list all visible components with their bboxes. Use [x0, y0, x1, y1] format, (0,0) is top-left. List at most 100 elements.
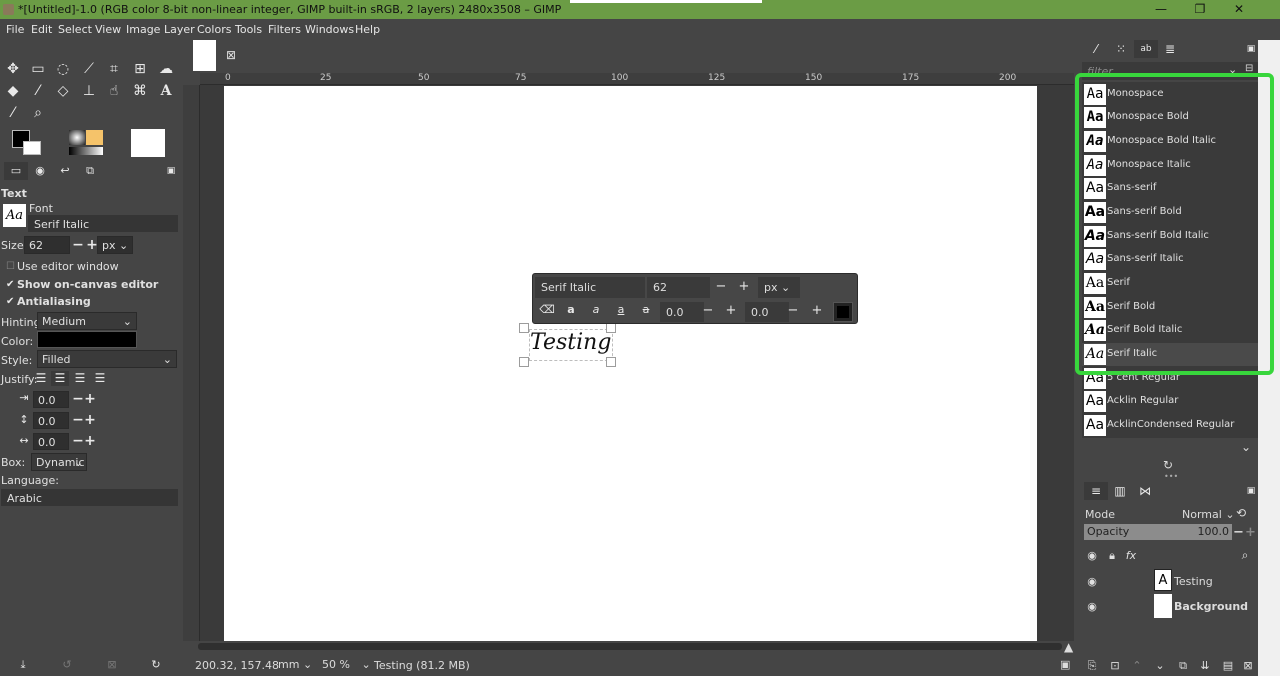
font-item[interactable]: Aa Monospace Bold [1082, 106, 1258, 129]
oce-unit-select[interactable]: px ⌄ [758, 277, 800, 298]
tag-icon[interactable]: ⊟ [1245, 63, 1253, 74]
mode-select[interactable]: Normal ⌄ [1182, 508, 1235, 521]
channels-tab-icon[interactable]: ▥ [1109, 480, 1131, 502]
font-filter-input[interactable]: filter [1087, 65, 1113, 78]
paintbrush-tool-icon[interactable]: ⁄ [27, 80, 49, 102]
navigate-icon[interactable]: ▲ [1064, 640, 1073, 654]
unit-select[interactable]: mm ⌄ [274, 656, 316, 673]
font-item[interactable]: Aa Monospace [1082, 83, 1258, 106]
mask-layer-icon[interactable]: ▤ [1221, 659, 1235, 672]
layer-row[interactable]: ◉ Background [1082, 594, 1258, 619]
search-icon[interactable]: ⌕ [1238, 548, 1252, 563]
smudge-tool-icon[interactable]: ☝ [103, 80, 125, 102]
resize-handle[interactable] [606, 357, 616, 367]
gradients-tab-icon[interactable]: ≣ [1159, 38, 1181, 60]
baseline-increment-button[interactable]: + [723, 303, 739, 318]
font-item[interactable]: Aa Serif Bold Italic [1082, 319, 1258, 342]
oce-size-field[interactable]: 62 [647, 277, 710, 298]
minimize-button[interactable]: — [1146, 1, 1176, 18]
italic-icon[interactable]: a [588, 303, 604, 316]
image-canvas[interactable] [224, 86, 1037, 641]
merge-layer-icon[interactable]: ⇊ [1198, 659, 1212, 672]
menu-layer[interactable]: Layer [164, 23, 195, 36]
clone-tool-icon[interactable]: ⊥ [78, 80, 100, 102]
size-input[interactable]: 62 [24, 236, 70, 254]
bucket-fill-tool-icon[interactable]: ◆ [2, 80, 24, 102]
menu-edit[interactable]: Edit [31, 23, 52, 36]
font-item-selected[interactable]: Aa Serif Italic [1082, 343, 1258, 366]
menu-select[interactable]: Select [58, 23, 92, 36]
images-tab-icon[interactable]: ⧉ [79, 160, 101, 182]
warp-tool-icon[interactable]: ☁ [155, 58, 177, 80]
hinting-select[interactable]: Medium ⌄ [37, 312, 137, 330]
font-item[interactable]: Aa 5 cent Regular [1082, 367, 1258, 390]
patterns-tab-icon[interactable]: ⁙ [1110, 38, 1132, 60]
justify-right-icon[interactable]: ☰ [49, 367, 71, 389]
kerning-input[interactable]: 0.0 [745, 302, 789, 322]
font-preview-button[interactable]: Aa [3, 204, 26, 227]
menu-view[interactable]: View [95, 23, 121, 36]
indent-input[interactable]: 0.0 [33, 391, 69, 408]
language-field[interactable]: Arabic [1, 489, 178, 506]
show-editor-checkbox[interactable]: ✔ [6, 280, 16, 290]
lasso-tool-icon[interactable]: ◌ [52, 58, 74, 80]
pattern-preview[interactable] [86, 130, 103, 145]
menu-file[interactable]: File [6, 23, 24, 36]
restore-options-icon[interactable]: ↺ [56, 654, 78, 676]
device-status-tab-icon[interactable]: ◉ [29, 160, 51, 182]
reset-options-icon[interactable]: ↻ [145, 654, 167, 676]
menu-tools[interactable]: Tools [235, 23, 262, 36]
kerning-increment-button[interactable]: + [809, 303, 825, 318]
line-spacing-increment-button[interactable]: + [83, 413, 97, 427]
font-item[interactable]: Aa Serif Bold [1082, 296, 1258, 319]
eraser-tool-icon[interactable]: ◇ [52, 80, 74, 102]
opacity-increment-button[interactable]: + [1245, 525, 1256, 540]
chevron-down-icon[interactable]: ⌄ [1228, 63, 1237, 76]
oce-color-button[interactable] [833, 302, 853, 322]
justify-center-icon[interactable]: ☰ [69, 367, 91, 389]
move-tool-icon[interactable]: ✥ [2, 58, 24, 80]
delete-layer-icon[interactable]: ⊠ [1241, 659, 1255, 672]
menu-help[interactable]: Help [355, 23, 380, 36]
strikethrough-icon[interactable]: a [638, 303, 654, 316]
brush-preview[interactable] [69, 130, 85, 145]
menu-image[interactable]: Image [126, 23, 160, 36]
font-item[interactable]: Aa Monospace Bold Italic [1082, 130, 1258, 153]
transform-tool-icon[interactable]: ⊞ [129, 58, 151, 80]
kerning-decrement-button[interactable]: − [785, 303, 801, 318]
crop-tool-icon[interactable]: ⌗ [103, 58, 125, 80]
horizontal-scrollbar[interactable] [198, 643, 1062, 650]
oce-font-field[interactable]: Serif Italic [535, 277, 645, 298]
font-item[interactable]: Aa AcklinCondensed Regular [1082, 414, 1258, 437]
line-spacing-input[interactable]: 0.0 [33, 412, 69, 429]
close-image-tab-icon[interactable]: ⊠ [226, 48, 236, 62]
lower-layer-icon[interactable]: ⌄ [1153, 659, 1167, 672]
text-tool-icon[interactable]: A [155, 80, 177, 102]
underline-icon[interactable]: a [613, 303, 629, 316]
configure-tab-icon[interactable]: ▣ [160, 160, 182, 182]
delete-options-icon[interactable]: ⊠ [101, 654, 123, 676]
font-item[interactable]: Aa Serif [1082, 272, 1258, 295]
font-item[interactable]: Aa Acklin Regular [1082, 390, 1258, 413]
new-layer-group-icon[interactable]: ⊡ [1108, 659, 1122, 672]
resize-handle[interactable] [519, 357, 529, 367]
use-editor-checkbox[interactable]: ☐ [6, 262, 16, 272]
bold-icon[interactable]: a [563, 303, 579, 316]
maximize-button[interactable]: ❐ [1185, 1, 1215, 18]
style-select[interactable]: Filled ⌄ [37, 350, 177, 368]
canvas-text[interactable]: Testing [530, 330, 611, 355]
baseline-input[interactable]: 0.0 [660, 302, 704, 322]
brushes-tab-icon[interactable]: ⁄ [1085, 38, 1107, 60]
oce-size-decrement-button[interactable]: − [713, 279, 729, 294]
menu-filters[interactable]: Filters [268, 23, 301, 36]
zoom-select[interactable]: 50 % ⌄ [318, 656, 375, 673]
font-item[interactable]: Aa Sans-serif Italic [1082, 248, 1258, 271]
font-item[interactable]: Aa Monospace Italic [1082, 154, 1258, 177]
image-preview[interactable] [131, 129, 165, 157]
box-select[interactable]: Dynamic ⌄ [31, 453, 87, 471]
font-filter-bar[interactable]: filter ⌄ ⊟ [1082, 62, 1258, 80]
letter-spacing-input[interactable]: 0.0 [33, 433, 69, 450]
title-bar-search-field[interactable] [570, 0, 762, 3]
configure-tab-icon[interactable]: ▣ [1240, 480, 1262, 502]
fuzzy-select-tool-icon[interactable]: ⟋ [78, 58, 100, 80]
